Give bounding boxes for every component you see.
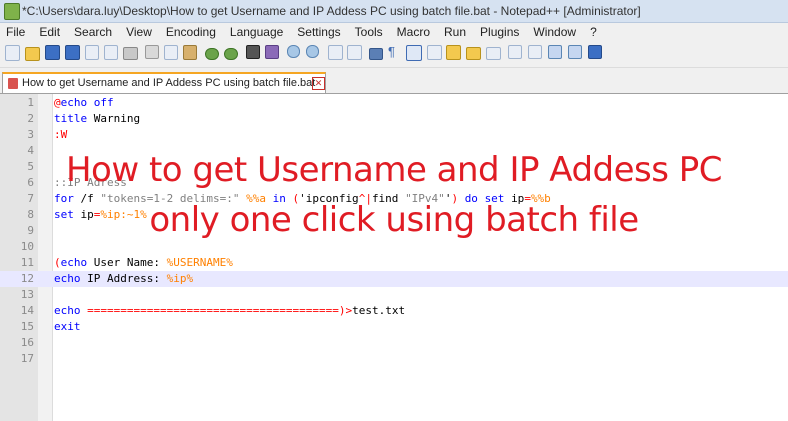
notepad-plus-plus-icon: [4, 3, 20, 20]
line-number: 15: [20, 320, 34, 333]
menu-window[interactable]: Window: [526, 23, 583, 41]
line-code: echo ===================================…: [54, 304, 406, 317]
menu-edit[interactable]: Edit: [32, 23, 67, 41]
toolbar: ¶: [0, 41, 788, 68]
menu-language[interactable]: Language: [223, 23, 290, 41]
menu-macro[interactable]: Macro: [390, 23, 437, 41]
print-icon[interactable]: [123, 47, 138, 60]
play-macro-icon[interactable]: [548, 45, 562, 59]
tab-label: How to get Username and IP Addess PC usi…: [22, 77, 316, 89]
menu-run[interactable]: Run: [437, 23, 473, 41]
code-line[interactable]: 3 :W: [0, 127, 788, 143]
code-line[interactable]: 11 (echo User Name: %USERNAME%: [0, 255, 788, 271]
line-number: 17: [20, 352, 34, 365]
code-line[interactable]: 14 echo =================================…: [0, 303, 788, 319]
line-number: 11: [20, 256, 34, 269]
open-file-icon[interactable]: [25, 47, 40, 61]
menu-tools[interactable]: Tools: [348, 23, 390, 41]
cut-icon[interactable]: [145, 45, 159, 59]
menu-settings[interactable]: Settings: [290, 23, 347, 41]
menu-search[interactable]: Search: [67, 23, 119, 41]
code-line[interactable]: 1 @echo off: [0, 95, 788, 111]
window-title: *C:\Users\dara.luy\Desktop\How to get Us…: [22, 4, 641, 18]
record-macro-icon[interactable]: [508, 45, 522, 59]
title-bar: *C:\Users\dara.luy\Desktop\How to get Us…: [0, 0, 788, 23]
monitor-icon[interactable]: [486, 47, 501, 60]
new-file-icon[interactable]: [5, 45, 20, 61]
line-code: title Warning: [54, 112, 141, 125]
show-all-chars-icon[interactable]: ¶: [388, 45, 400, 58]
paste-icon[interactable]: [183, 45, 197, 60]
overlay-caption-line1: How to get Username and IP Addess PC: [65, 150, 723, 190]
line-number: 2: [27, 112, 34, 125]
line-number: 10: [20, 240, 34, 253]
close-tab-icon[interactable]: ✕: [312, 77, 325, 90]
run-macro-multiple-icon[interactable]: [568, 45, 582, 59]
line-code: exit: [54, 320, 81, 333]
redo-icon[interactable]: [224, 48, 238, 60]
line-code: @echo off: [54, 96, 114, 109]
doc-map-icon[interactable]: [427, 45, 442, 60]
line-number: 12: [20, 272, 34, 285]
line-code: :W: [54, 128, 68, 141]
code-line[interactable]: 10: [0, 239, 788, 255]
sync-h-icon[interactable]: [347, 45, 362, 60]
folder-workspace-icon[interactable]: [466, 47, 481, 60]
unsaved-file-icon: [8, 78, 18, 89]
line-code: (echo User Name: %USERNAME%: [54, 256, 233, 269]
save-icon[interactable]: [45, 45, 60, 60]
line-number: 16: [20, 336, 34, 349]
menu-help[interactable]: ?: [583, 23, 604, 41]
zoom-out-icon[interactable]: [306, 45, 319, 58]
code-line[interactable]: 15 exit: [0, 319, 788, 335]
zoom-in-icon[interactable]: [287, 45, 300, 58]
close-all-icon[interactable]: [104, 45, 118, 60]
find-icon[interactable]: [246, 45, 260, 59]
sync-v-icon[interactable]: [328, 45, 343, 60]
code-line[interactable]: 13: [0, 287, 788, 303]
function-list-icon[interactable]: [446, 45, 461, 60]
menu-bar: File Edit Search View Encoding Language Settin…: [0, 23, 788, 41]
indent-guide-icon[interactable]: [406, 45, 422, 61]
code-line[interactable]: 16: [0, 335, 788, 351]
menu-view[interactable]: View: [119, 23, 159, 41]
code-line[interactable]: 17: [0, 351, 788, 367]
tab-file[interactable]: How to get Username and IP Addess PC usi…: [2, 72, 326, 93]
tab-bar: How to get Username and IP Addess PC usi…: [0, 68, 788, 94]
menu-plugins[interactable]: Plugins: [473, 23, 526, 41]
line-number: 13: [20, 288, 34, 301]
line-number: 3: [27, 128, 34, 141]
editor-area[interactable]: 1 @echo off 2 title Warning 3:W 4 5 6::IP Adres…: [0, 94, 788, 421]
copy-icon[interactable]: [164, 45, 178, 60]
line-number: 14: [20, 304, 34, 317]
line-code: echo IP Address: %ip%: [54, 272, 194, 285]
code-line[interactable]: 12 echo IP Address: %ip%: [0, 271, 788, 287]
line-number: 1: [27, 96, 34, 109]
word-wrap-icon[interactable]: [369, 48, 383, 60]
save-macro-icon[interactable]: [588, 45, 602, 59]
menu-encoding[interactable]: Encoding: [159, 23, 223, 41]
menu-file[interactable]: File: [0, 23, 32, 41]
replace-icon[interactable]: [265, 45, 279, 59]
close-icon[interactable]: [85, 45, 99, 60]
code-line[interactable]: 2 title Warning: [0, 111, 788, 127]
stop-macro-icon[interactable]: [528, 45, 542, 59]
overlay-caption-line2: only one click using batch file: [149, 200, 639, 240]
undo-icon[interactable]: [205, 48, 219, 60]
save-all-icon[interactable]: [65, 45, 80, 60]
